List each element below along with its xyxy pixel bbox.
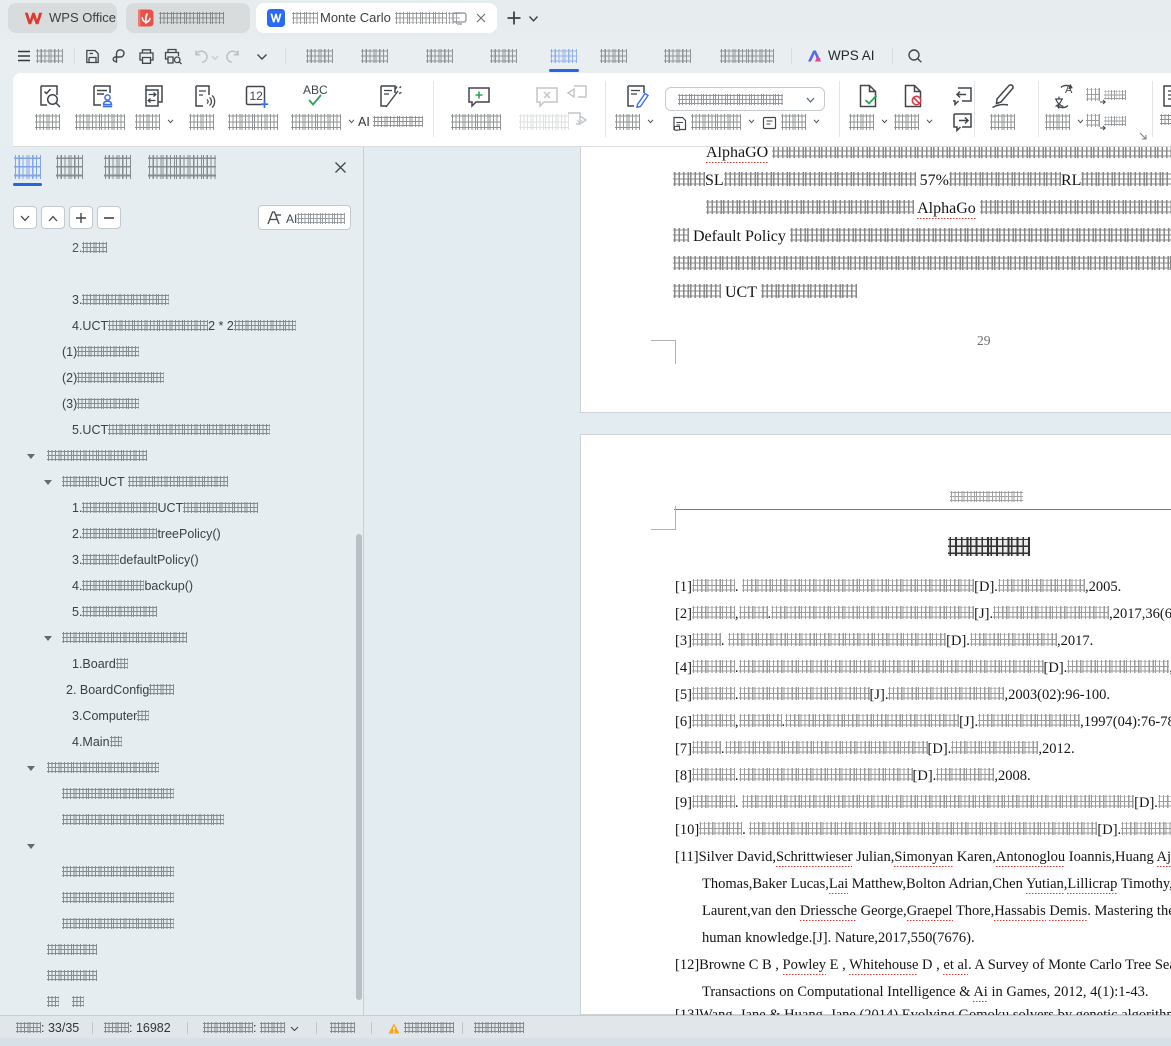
- svg-text:ABC: ABC: [303, 83, 328, 97]
- svg-text:12: 12: [250, 89, 264, 103]
